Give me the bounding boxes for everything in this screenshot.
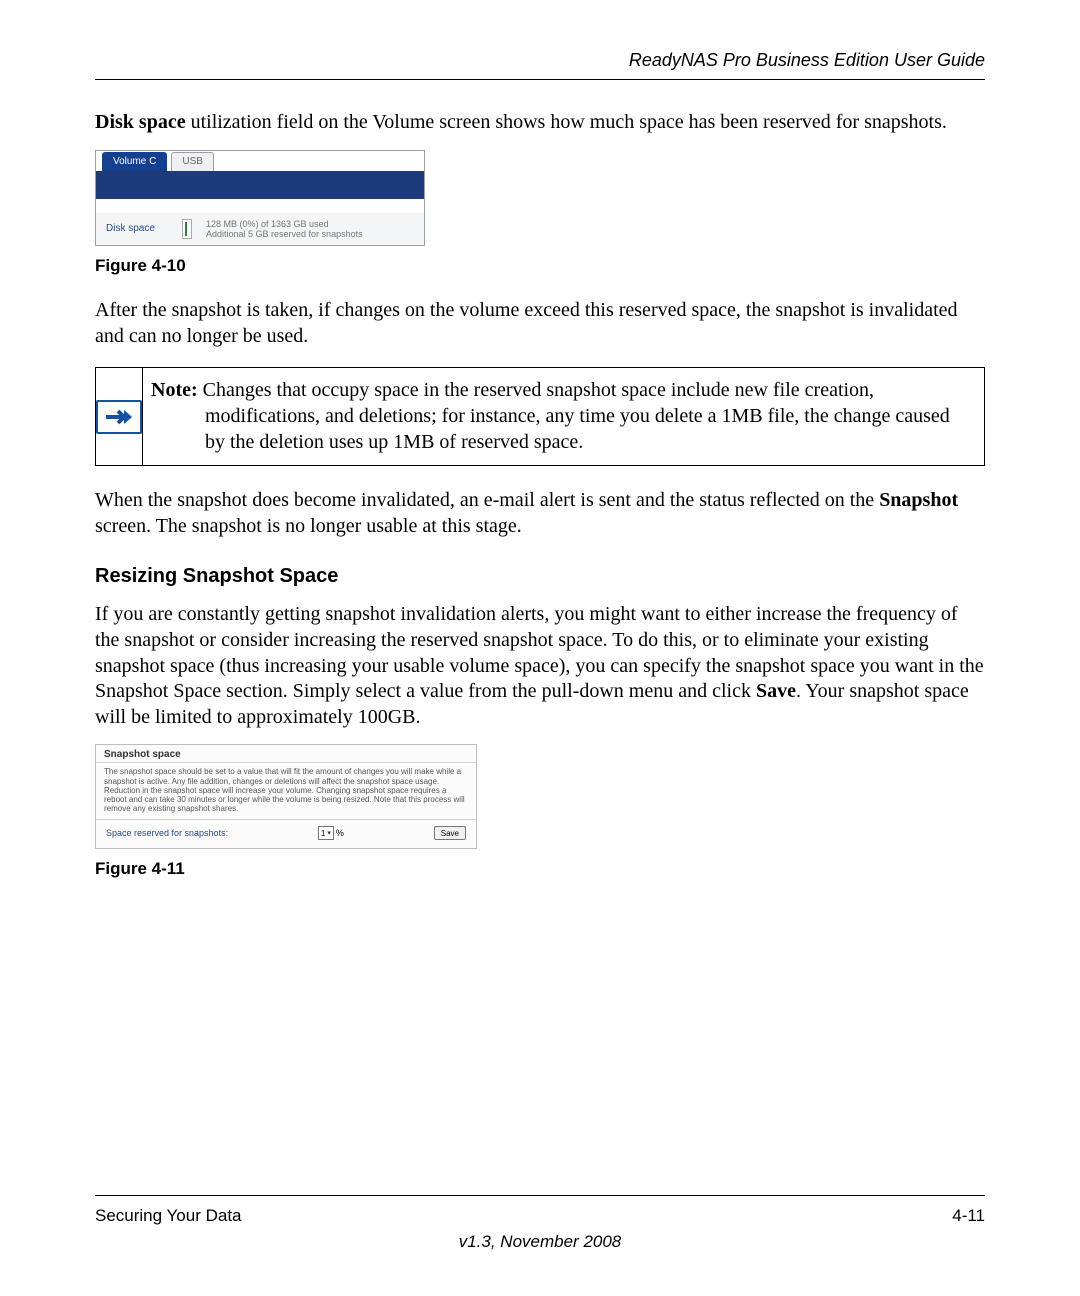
snapshot-space-description: The snapshot space should be set to a va… — [96, 763, 476, 819]
disk-space-row: Disk space 128 MB (0%) of 1363 GB used A… — [96, 213, 424, 246]
blue-bar — [96, 171, 424, 199]
footer-page-number: 4-11 — [952, 1206, 985, 1226]
bottom-rule — [95, 1195, 985, 1196]
disk-space-bar — [182, 219, 192, 239]
figure-4-11-caption: Figure 4-11 — [95, 859, 985, 879]
arrow-right-icon — [96, 400, 142, 434]
usage-line2: Additional 5 GB reserved for snapshots — [206, 229, 363, 239]
intro-bold: Disk space — [95, 111, 186, 133]
intro-rest: utilization field on the Volume screen s… — [186, 111, 947, 133]
invalidated-paragraph: When the snapshot does become invalidate… — [95, 488, 985, 539]
tab-bar: Volume C USB — [96, 151, 424, 171]
resizing-heading: Resizing Snapshot Space — [95, 565, 985, 588]
invalidated-pre: When the snapshot does become invalidate… — [95, 489, 879, 511]
figure-4-10-screenshot: Volume C USB Disk space 128 MB (0%) of 1… — [95, 150, 425, 247]
resize-bold: Save — [756, 680, 796, 702]
note-body: Changes that occupy space in the reserve… — [198, 379, 950, 452]
note-label: Note: — [151, 379, 198, 401]
footer-section: Securing Your Data — [95, 1206, 242, 1226]
percent-label: % — [336, 828, 344, 838]
top-rule — [95, 79, 985, 80]
figure-4-10-caption: Figure 4-10 — [95, 256, 985, 276]
white-strip — [96, 199, 424, 213]
space-reserved-label: Space reserved for snapshots: — [106, 828, 228, 838]
figure-4-11-screenshot: Snapshot space The snapshot space should… — [95, 744, 477, 849]
snapshot-space-row: Space reserved for snapshots: 1 ▾ % Save — [96, 819, 476, 848]
resizing-paragraph: If you are constantly getting snapshot i… — [95, 602, 985, 730]
snapshot-space-title: Snapshot space — [96, 745, 476, 763]
after-snapshot-paragraph: After the snapshot is taken, if changes … — [95, 298, 985, 349]
page-footer: Securing Your Data 4-11 v1.3, November 2… — [95, 1195, 985, 1252]
footer-version: v1.3, November 2008 — [95, 1232, 985, 1252]
chevron-down-icon: ▾ — [327, 829, 331, 837]
intro-paragraph: Disk space utilization field on the Volu… — [95, 110, 985, 136]
space-reserved-select[interactable]: 1 ▾ % — [318, 826, 344, 840]
disk-space-desc: 128 MB (0%) of 1363 GB used Additional 5… — [206, 219, 363, 240]
note-icon-cell — [96, 368, 143, 465]
disk-space-label: Disk space — [106, 223, 168, 234]
invalidated-bold: Snapshot — [879, 489, 958, 511]
note-text: Note: Changes that occupy space in the r… — [143, 368, 984, 465]
usage-line1: 128 MB (0%) of 1363 GB used — [206, 219, 363, 229]
save-button[interactable]: Save — [434, 826, 466, 840]
note-box: Note: Changes that occupy space in the r… — [95, 367, 985, 466]
tab-usb[interactable]: USB — [171, 152, 214, 171]
running-header: ReadyNAS Pro Business Edition User Guide — [95, 50, 985, 71]
select-value: 1 — [321, 829, 325, 838]
tab-volume-c[interactable]: Volume C — [102, 152, 167, 171]
invalidated-post: screen. The snapshot is no longer usable… — [95, 515, 522, 537]
